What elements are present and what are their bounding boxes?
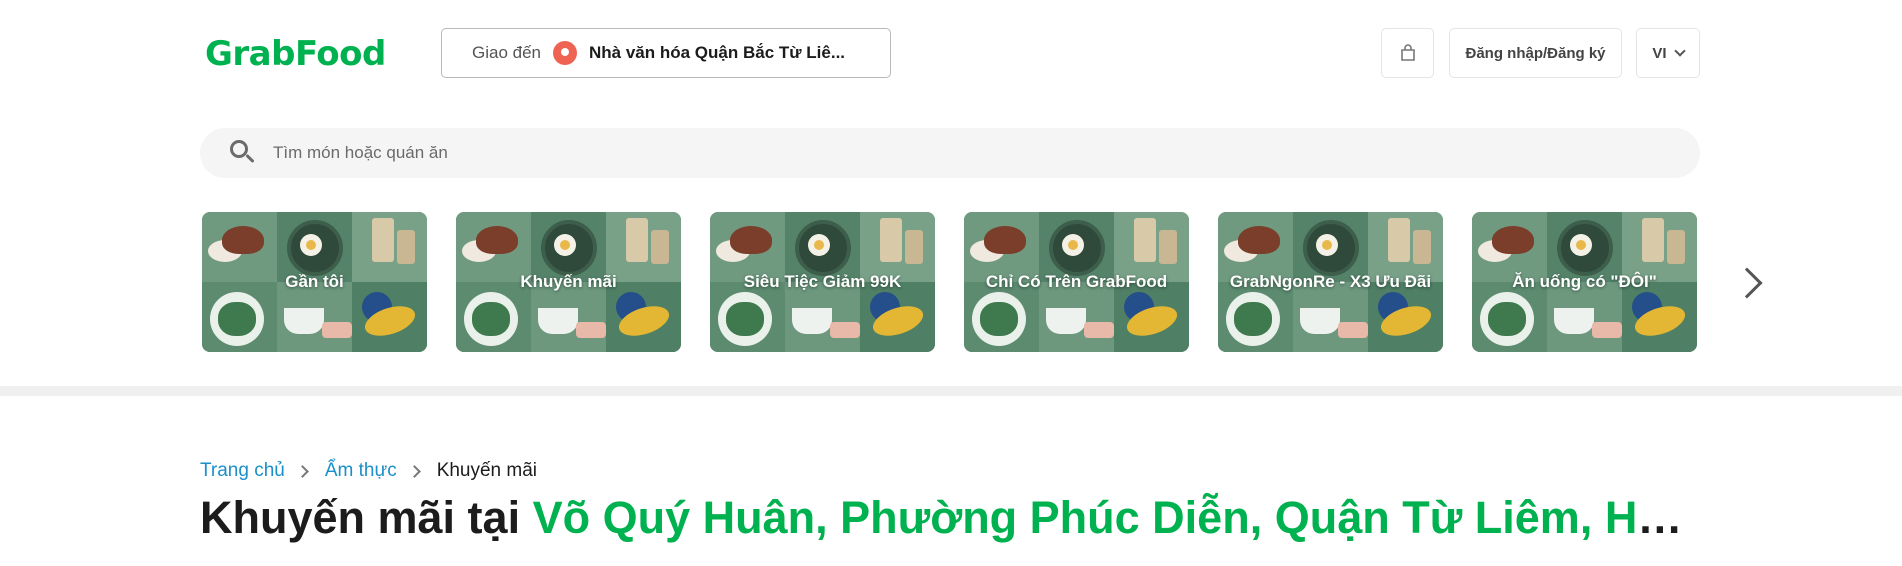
login-signup-button[interactable]: Đăng nhập/Đăng ký — [1449, 28, 1622, 78]
search-icon — [230, 140, 256, 166]
deliver-to-label: Giao đến — [472, 43, 541, 62]
language-selector[interactable]: VI — [1636, 28, 1700, 78]
search-bar[interactable] — [200, 128, 1700, 178]
category-carousel: Gần tôi Khuyến mãi Siêu Tiệc Giảm 99K Ch… — [202, 212, 1702, 354]
location-pin-icon — [553, 41, 577, 65]
category-label: Gần tôi — [285, 272, 344, 291]
search-input[interactable] — [273, 143, 1573, 163]
page-title-location: Võ Quý Huân, Phường Phúc Diễn, Quận Từ L… — [532, 492, 1700, 543]
category-card-party-99k[interactable]: Siêu Tiệc Giảm 99K — [710, 212, 935, 352]
page: GrabFood Giao đến Nhà văn hóa Quận Bắc T… — [0, 0, 1902, 566]
breadcrumb-home-link[interactable]: Trang chủ — [200, 460, 285, 482]
category-card-only-on-grabfood[interactable]: Chỉ Có Trên GrabFood — [964, 212, 1189, 352]
breadcrumb-current: Khuyến mãi — [436, 460, 538, 481]
category-label: GrabNgonRe - X3 Ưu Đãi — [1229, 272, 1432, 291]
breadcrumb-chevron-icon — [407, 464, 421, 478]
category-card-near-me[interactable]: Gần tôi — [202, 212, 427, 352]
category-label: Ăn uống có "ĐÔI" — [1512, 272, 1657, 291]
section-divider — [0, 386, 1902, 396]
language-code: VI — [1652, 44, 1667, 62]
breadcrumb-cuisine-link[interactable]: Ẩm thực — [325, 460, 397, 482]
category-card-eat-drink-pair[interactable]: Ăn uống có "ĐÔI" — [1472, 212, 1697, 352]
breadcrumb: Trang chủ Ẩm thực Khuyến mãi — [200, 460, 537, 482]
category-label: Khuyến mãi — [520, 272, 617, 291]
page-title: Khuyến mãi tại Võ Quý Huân, Phường Phúc … — [200, 492, 1700, 544]
chevron-down-icon — [1673, 44, 1686, 57]
breadcrumb-chevron-icon — [295, 464, 309, 478]
grabfood-logo[interactable]: GrabFood — [205, 34, 386, 74]
category-card-promotions[interactable]: Khuyến mãi — [456, 212, 681, 352]
page-title-prefix: Khuyến mãi tại — [200, 492, 533, 543]
cart-button[interactable] — [1381, 28, 1434, 78]
category-label: Chỉ Có Trên GrabFood — [985, 272, 1168, 291]
delivery-address: Nhà văn hóa Quận Bắc Từ Liê... — [589, 43, 846, 62]
chevron-right-icon[interactable] — [1731, 267, 1763, 299]
category-label: Siêu Tiệc Giảm 99K — [743, 272, 902, 291]
shopping-bag-icon — [1400, 44, 1415, 61]
delivery-address-selector[interactable]: Giao đến Nhà văn hóa Quận Bắc Từ Liê... — [441, 28, 891, 78]
category-card-grabngonre[interactable]: GrabNgonRe - X3 Ưu Đãi — [1218, 212, 1443, 352]
